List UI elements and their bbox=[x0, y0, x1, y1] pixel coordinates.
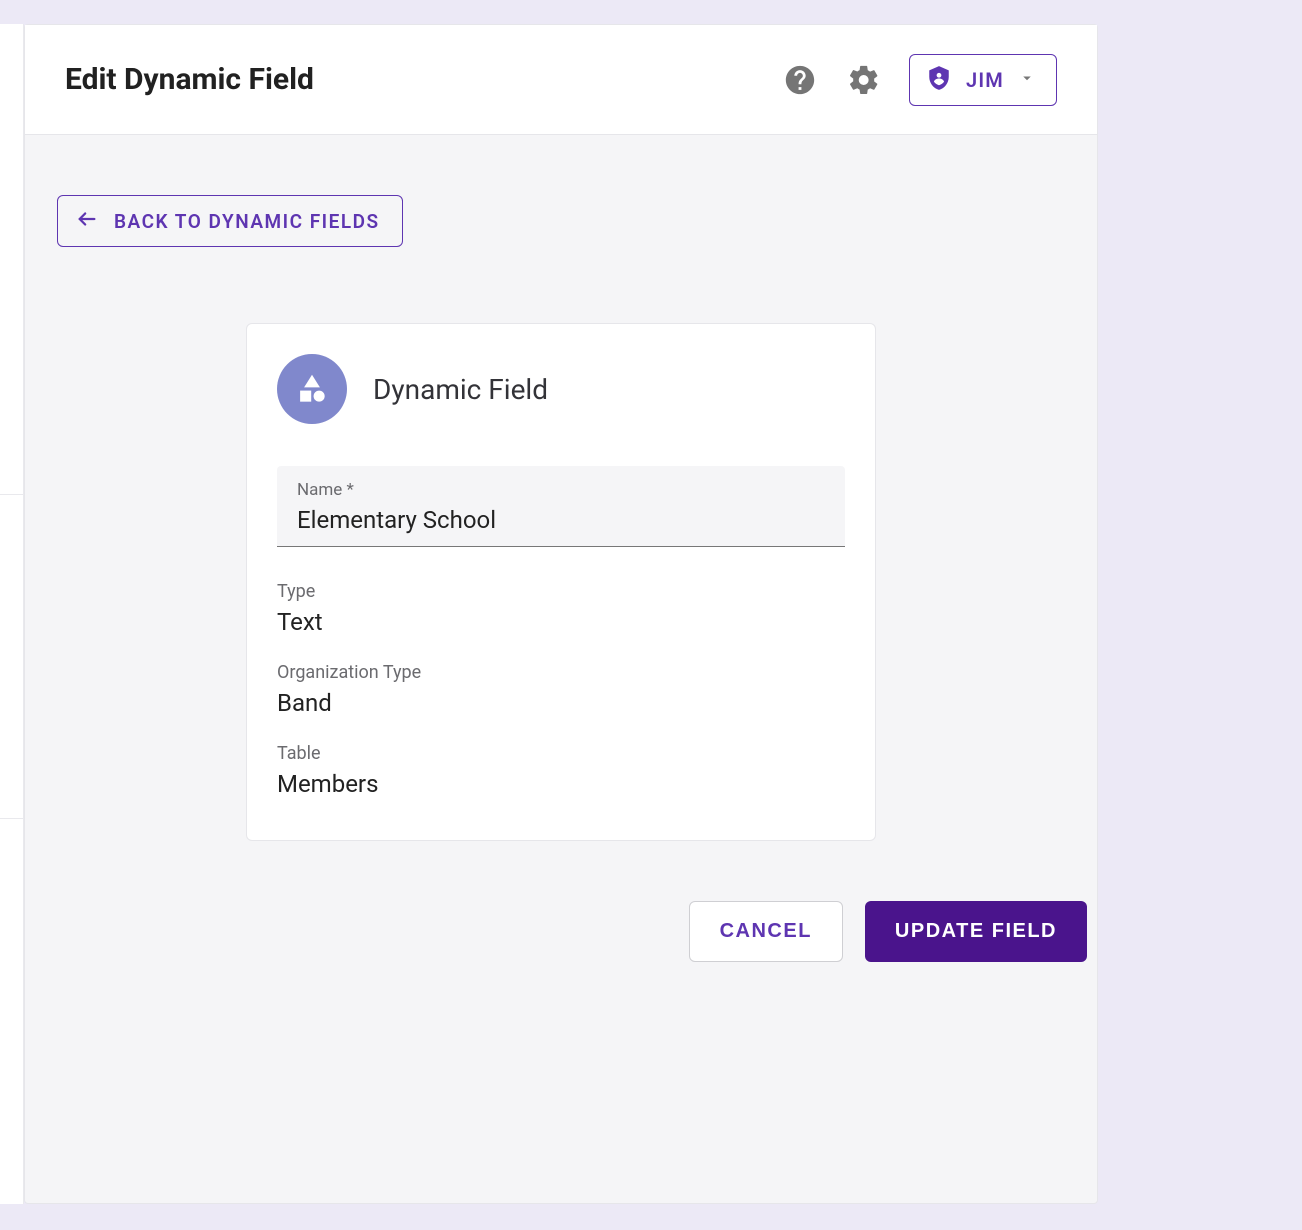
type-label: Type bbox=[277, 581, 845, 602]
dynamic-field-card: Dynamic Field Name * Type Text Organizat… bbox=[246, 323, 876, 841]
left-nav-sliver bbox=[0, 24, 24, 1204]
arrow-left-icon bbox=[76, 208, 98, 234]
user-shield-icon bbox=[926, 65, 952, 95]
name-field-container[interactable]: Name * bbox=[277, 466, 845, 547]
header-bar: Edit Dynamic Field bbox=[25, 25, 1097, 135]
shapes-icon bbox=[277, 354, 347, 424]
user-name: JIM bbox=[966, 68, 1004, 92]
org-type-value: Band bbox=[277, 689, 845, 717]
back-button-label: BACK TO DYNAMIC FIELDS bbox=[114, 210, 380, 233]
table-label: Table bbox=[277, 743, 845, 764]
org-type-label: Organization Type bbox=[277, 662, 845, 683]
chevron-down-icon bbox=[1018, 69, 1036, 91]
type-value: Text bbox=[277, 608, 845, 636]
user-menu[interactable]: JIM bbox=[909, 54, 1057, 106]
table-value: Members bbox=[277, 770, 845, 798]
help-icon[interactable] bbox=[781, 61, 819, 99]
cancel-button[interactable]: CANCEL bbox=[689, 901, 843, 962]
gear-icon[interactable] bbox=[845, 61, 883, 99]
name-label: Name * bbox=[297, 480, 825, 500]
card-title: Dynamic Field bbox=[373, 373, 548, 406]
page-title: Edit Dynamic Field bbox=[65, 62, 314, 97]
update-field-button[interactable]: UPDATE FIELD bbox=[865, 901, 1087, 962]
main-panel: Edit Dynamic Field bbox=[24, 24, 1098, 1204]
name-input[interactable] bbox=[297, 506, 825, 534]
back-button[interactable]: BACK TO DYNAMIC FIELDS bbox=[57, 195, 403, 247]
